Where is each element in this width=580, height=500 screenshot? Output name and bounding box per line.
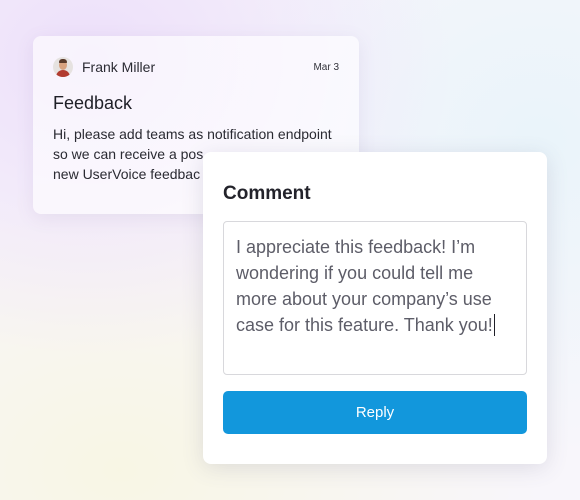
comment-title: Comment bbox=[223, 183, 311, 204]
avatar bbox=[53, 57, 73, 77]
author-name: Frank Miller bbox=[82, 59, 156, 75]
avatar-shirt bbox=[56, 70, 70, 77]
comment-text: I appreciate this feedback! I’m wonderin… bbox=[236, 237, 493, 335]
comment-textarea[interactable]: I appreciate this feedback! I’m wonderin… bbox=[223, 221, 527, 375]
feedback-header: Frank Miller Mar 3 bbox=[53, 56, 339, 78]
reply-button[interactable]: Reply bbox=[223, 391, 527, 434]
feedback-title: Feedback bbox=[53, 93, 133, 113]
comment-card: Comment I appreciate this feedback! I’m … bbox=[203, 152, 547, 464]
text-cursor bbox=[493, 314, 495, 336]
feedback-body-line: Hi, please add teams as notification end… bbox=[53, 126, 332, 142]
avatar-hair bbox=[59, 59, 67, 63]
feedback-date: Mar 3 bbox=[313, 61, 339, 73]
